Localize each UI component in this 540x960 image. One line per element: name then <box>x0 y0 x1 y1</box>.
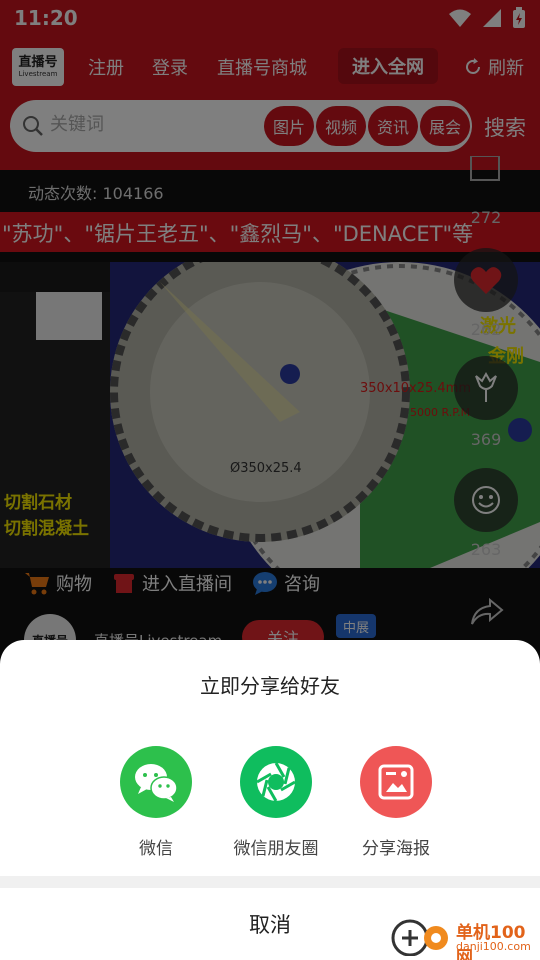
watermark: 单机100网 danji100.com <box>390 914 540 960</box>
wechat-label: 微信 <box>139 839 173 859</box>
moments-label: 微信朋友圈 <box>233 839 319 859</box>
sheet-divider <box>0 876 540 888</box>
poster-icon <box>378 764 414 800</box>
wechat-circle <box>120 746 192 818</box>
share-sheet-title: 立即分享给好友 <box>200 674 340 698</box>
aperture-icon <box>256 762 296 802</box>
watermark-url: danji100.com <box>456 940 531 953</box>
watermark-title: 单机100网 <box>456 923 526 960</box>
share-sheet-card: 立即分享给好友 微信 微信朋友圈 分享海报 <box>0 640 540 876</box>
wechat-icon <box>135 764 178 802</box>
poster-circle <box>360 746 432 818</box>
watermark-logo-icon <box>391 919 448 956</box>
moments-circle <box>240 746 312 818</box>
poster-label: 分享海报 <box>362 839 430 859</box>
share-sheet: 立即分享给好友 微信 微信朋友圈 分享海报 取消 <box>0 640 540 960</box>
